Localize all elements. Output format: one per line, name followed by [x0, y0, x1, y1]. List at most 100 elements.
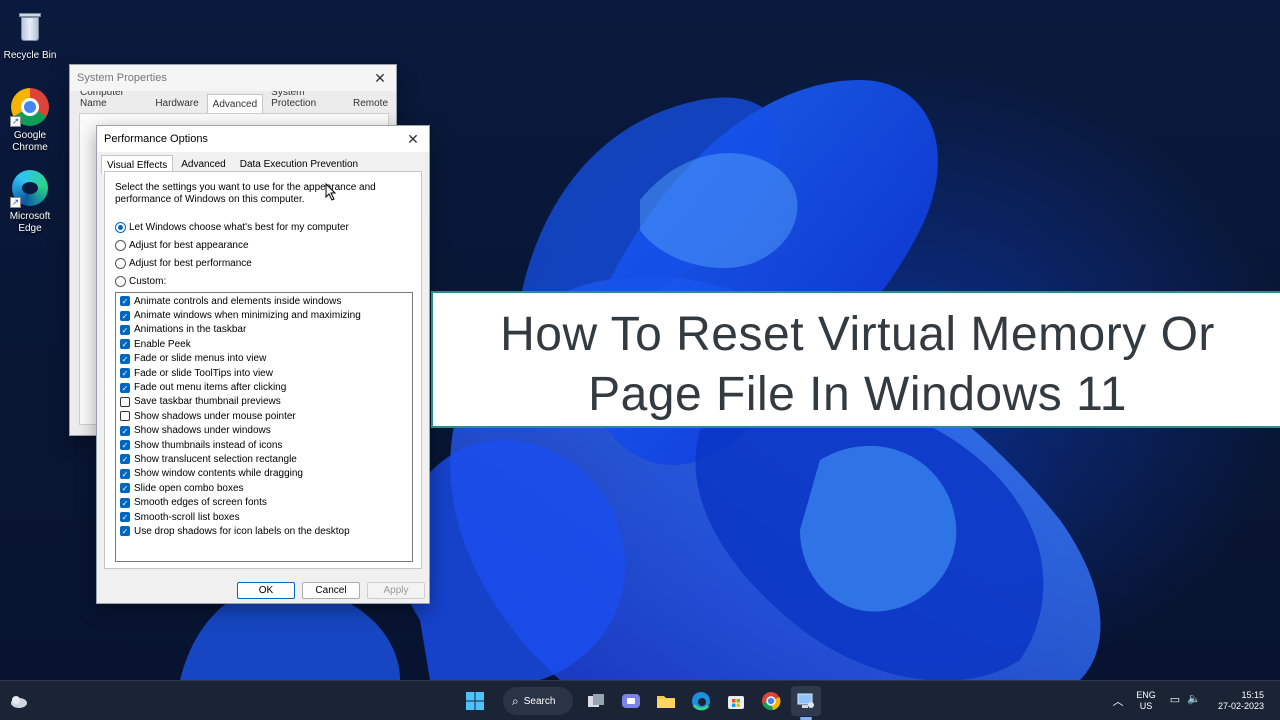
weather-widget-icon[interactable] [4, 686, 34, 716]
cancel-button[interactable]: Cancel [302, 582, 360, 599]
close-icon[interactable]: ✕ [370, 68, 390, 88]
checkbox[interactable]: ✓ [120, 440, 130, 451]
visual-effect-item[interactable]: Show shadows under mouse pointer [116, 409, 412, 423]
checkbox[interactable]: ✓ [120, 382, 130, 393]
settings-description: Select the settings you want to use for … [115, 182, 376, 205]
option-label: Adjust for best performance [129, 258, 252, 269]
ok-button[interactable]: OK [237, 582, 295, 599]
visual-effects-list[interactable]: ✓ Animate controls and elements inside wi… [115, 292, 413, 562]
performance-options-titlebar[interactable]: Performance Options ✕ [97, 126, 429, 152]
checkbox[interactable]: ✓ [120, 526, 130, 537]
edge-taskbar-icon[interactable] [686, 686, 716, 716]
visual-effect-item[interactable]: ✓ Show window contents while dragging [116, 467, 412, 481]
checkbox[interactable]: ✓ [120, 310, 130, 321]
language-indicator[interactable]: ENG US [1132, 690, 1160, 720]
visual-effect-item[interactable]: ✓ Animate controls and elements inside wi… [116, 294, 412, 308]
dialog-title: Performance Options [104, 133, 208, 145]
performance-options-dialog[interactable]: Performance Options ✕ Visual Effects Adv… [96, 125, 430, 604]
checkbox[interactable]: ✓ [120, 497, 130, 508]
visual-effect-label: Use drop shadows for icon labels on the … [134, 525, 350, 537]
tab-hardware[interactable]: Hardware [149, 93, 204, 113]
radio-button[interactable] [115, 240, 126, 251]
network-icon[interactable]: ▭ [1167, 693, 1183, 720]
visual-effect-item[interactable]: ✓ Slide open combo boxes [116, 481, 412, 495]
visual-effect-item[interactable]: ✓ Animations in the taskbar [116, 323, 412, 337]
window-title: System Properties [77, 72, 167, 84]
desktop-icon-recycle-bin[interactable]: Recycle Bin [0, 7, 60, 62]
visual-effect-item[interactable]: Save taskbar thumbnail previews [116, 395, 412, 409]
visual-effects-panel: Select the settings you want to use for … [104, 171, 422, 569]
taskbar-search[interactable]: ⌕ Search [503, 687, 573, 715]
option-label: Custom: [129, 276, 167, 287]
system-properties-taskbar-icon[interactable] [791, 686, 821, 716]
visual-effect-item[interactable]: ✓ Show translucent selection rectangle [116, 452, 412, 466]
desktop-icon-google-chrome[interactable]: ↗ Google Chrome [0, 87, 60, 154]
option-let-windows-choose[interactable]: Let Windows choose what's best for my co… [115, 222, 349, 233]
checkbox[interactable]: ✓ [120, 483, 130, 494]
option-custom[interactable]: Custom: [115, 276, 166, 287]
teams-chat-icon[interactable] [616, 686, 646, 716]
visual-effect-item[interactable]: ✓ Fade out menu items after clicking [116, 380, 412, 394]
checkbox[interactable] [120, 411, 130, 422]
checkbox[interactable]: ✓ [120, 353, 130, 364]
visual-effect-item[interactable]: ✓ Animate windows when minimizing and max… [116, 308, 412, 322]
visual-effect-label: Fade out menu items after clicking [134, 382, 287, 394]
region-code: US [1139, 701, 1153, 711]
close-icon[interactable]: ✕ [403, 129, 423, 149]
visual-effect-item[interactable]: ✓ Fade or slide ToolTips into view [116, 366, 412, 380]
visual-effect-label: Animations in the taskbar [134, 324, 247, 336]
microsoft-store-icon[interactable] [721, 686, 751, 716]
visual-effect-item[interactable]: ✓ Smooth-scroll list boxes [116, 510, 412, 524]
desktop-icon-microsoft-edge[interactable]: ↗ Microsoft Edge [0, 168, 60, 235]
tab-remote[interactable]: Remote [347, 93, 394, 113]
checkbox[interactable]: ✓ [120, 296, 130, 307]
checkbox[interactable]: ✓ [120, 512, 130, 523]
show-hidden-icons-chevron-icon[interactable]: ︿ [1110, 693, 1126, 720]
visual-effect-item[interactable]: ✓ Use drop shadows for icon labels on the… [116, 524, 412, 538]
visual-effect-item[interactable]: ✓ Show shadows under windows [116, 424, 412, 438]
desktop-icon-label: Microsoft Edge [9, 211, 51, 234]
checkbox[interactable]: ✓ [120, 339, 130, 350]
system-properties-titlebar[interactable]: System Properties ✕ [70, 65, 396, 91]
checkbox[interactable] [120, 396, 130, 407]
visual-effect-item[interactable]: ✓ Enable Peek [116, 337, 412, 351]
option-best-appearance[interactable]: Adjust for best appearance [115, 240, 249, 251]
visual-effect-label: Save taskbar thumbnail previews [134, 396, 281, 408]
radio-button[interactable] [115, 222, 126, 233]
checkbox[interactable]: ✓ [120, 468, 130, 479]
shortcut-arrow-icon: ↗ [10, 197, 21, 208]
option-best-performance[interactable]: Adjust for best performance [115, 258, 252, 269]
edge-icon: ↗ [10, 168, 50, 208]
checkbox[interactable]: ✓ [120, 425, 130, 436]
windows-logo-icon [466, 692, 484, 710]
file-explorer-icon[interactable] [651, 686, 681, 716]
shortcut-arrow-icon: ↗ [10, 116, 21, 127]
chrome-icon: ↗ [10, 87, 50, 127]
visual-effect-item[interactable]: ✓ Show thumbnails instead of icons [116, 438, 412, 452]
visual-effect-label: Show shadows under mouse pointer [134, 410, 296, 422]
radio-button[interactable] [115, 276, 126, 287]
search-label: Search [523, 695, 556, 707]
start-button[interactable] [460, 686, 490, 716]
option-label: Adjust for best appearance [129, 240, 249, 251]
desktop-icon-label: Google Chrome [12, 130, 48, 153]
visual-effect-label: Show translucent selection rectangle [134, 453, 297, 465]
volume-icon[interactable]: 🔈 [1186, 692, 1202, 720]
checkbox[interactable]: ✓ [120, 324, 130, 335]
visual-effect-label: Fade or slide menus into view [134, 353, 267, 365]
visual-effect-label: Show window contents while dragging [134, 468, 303, 480]
chrome-taskbar-icon[interactable] [756, 686, 786, 716]
visual-effect-item[interactable]: ✓ Smooth edges of screen fonts [116, 495, 412, 509]
radio-button[interactable] [115, 258, 126, 269]
visual-effect-label: Smooth-scroll list boxes [134, 511, 240, 523]
checkbox[interactable]: ✓ [120, 454, 130, 465]
tab-advanced[interactable]: Advanced [206, 94, 264, 114]
clock[interactable]: 15:15 27-02-2023 [1208, 690, 1264, 720]
checkbox[interactable]: ✓ [120, 368, 130, 379]
banner-line-2: Page File In Windows 11 [588, 368, 1127, 421]
recycle-bin-icon [10, 7, 50, 47]
apply-button[interactable]: Apply [367, 582, 425, 599]
visual-effect-item[interactable]: ✓ Fade or slide menus into view [116, 352, 412, 366]
task-view-icon[interactable] [581, 686, 611, 716]
search-icon: ⌕ [512, 693, 519, 708]
